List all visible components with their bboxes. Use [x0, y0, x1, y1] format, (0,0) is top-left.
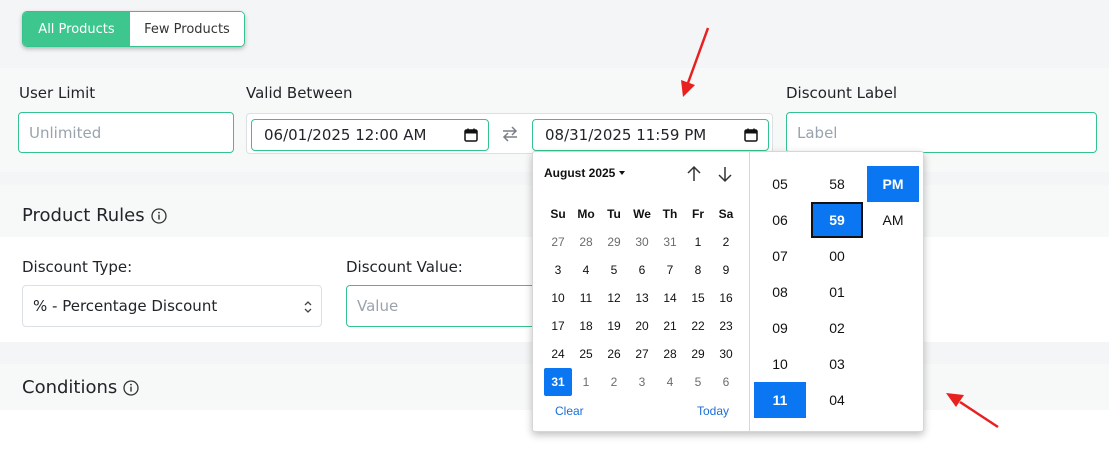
annotation-arrow-icon	[946, 393, 999, 429]
page: All Products Few Products User Limit Val…	[0, 0, 1109, 454]
annotation-arrow-icon	[681, 27, 710, 97]
annotation-arrows	[681, 27, 999, 429]
